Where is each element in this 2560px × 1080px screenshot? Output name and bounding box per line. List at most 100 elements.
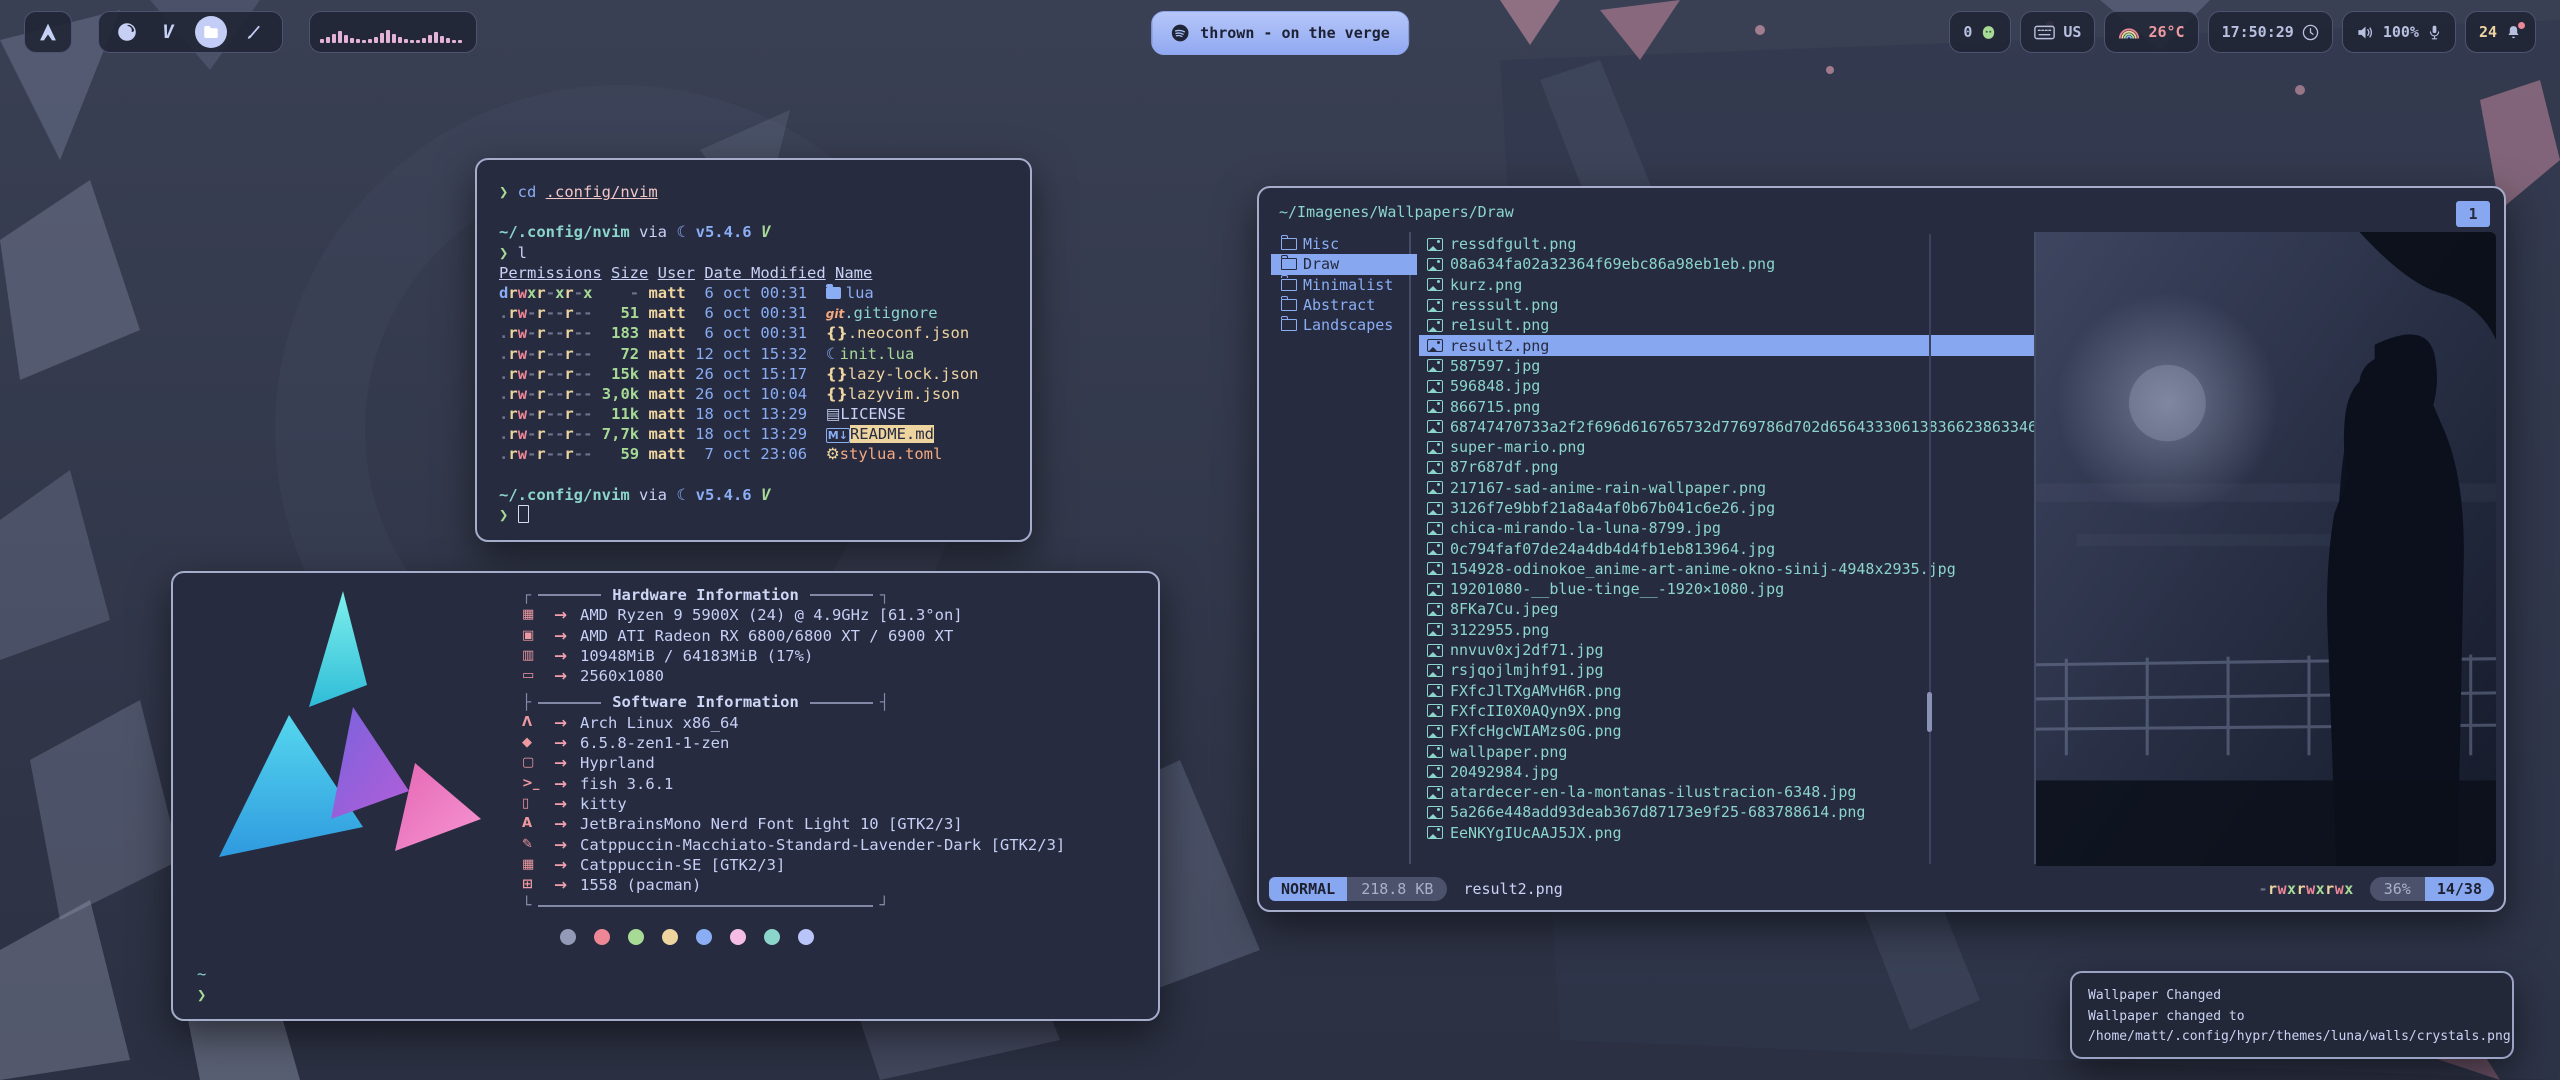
file-list-item[interactable]: 3126f7e9bbf21a8a4af0b67b041c6e26.jpg bbox=[1419, 498, 2034, 518]
fetch-row: ▥→10948MiB / 64183MiB (17%) bbox=[522, 646, 1138, 666]
file-list-item[interactable]: kurz.png bbox=[1419, 275, 2034, 295]
file-row: .rw-r--r-- 15k matt 26 oct 15:17 {}lazy-… bbox=[499, 364, 1008, 384]
weather-pill[interactable]: 26°C bbox=[2104, 11, 2198, 53]
file-list-item[interactable]: 8FKa7Cu.jpeg bbox=[1419, 599, 2034, 619]
file-list-item[interactable]: chica-mirando-la-luna-8799.jpg bbox=[1419, 518, 2034, 538]
file-list-item[interactable]: result2.png bbox=[1419, 335, 2034, 355]
scrollbar-thumb[interactable] bbox=[1927, 692, 1932, 732]
file-list-item[interactable]: 20492984.jpg bbox=[1419, 762, 2034, 782]
file-manager-window[interactable]: ~/Imagenes/Wallpapers/Draw 1 MiscDrawMin… bbox=[1257, 186, 2506, 912]
audio-visualizer[interactable] bbox=[309, 11, 477, 53]
file-list-item[interactable]: 87r687df.png bbox=[1419, 457, 2034, 477]
file-list-item[interactable]: 217167-sad-anime-rain-wallpaper.png bbox=[1419, 478, 2034, 498]
file-list-item[interactable]: resssult.png bbox=[1419, 295, 2034, 315]
file-list-item[interactable]: FXfcJlTXgAMvH6R.png bbox=[1419, 681, 2034, 701]
palette-dot-2 bbox=[628, 929, 644, 945]
arch-icon: Λ bbox=[522, 713, 554, 733]
keyboard-icon bbox=[2034, 25, 2055, 40]
arrow-icon: → bbox=[554, 814, 580, 834]
fetch-row: ▭→2560x1080 bbox=[522, 666, 1138, 686]
file-manager-icon[interactable] bbox=[195, 16, 227, 48]
notifications-pill[interactable]: 24 bbox=[2465, 11, 2536, 53]
file-row: .rw-r--r-- 183 matt 6 oct 00:31 {}.neoco… bbox=[499, 323, 1008, 343]
paintbrush-icon[interactable] bbox=[240, 18, 268, 46]
shell-icon: >_ bbox=[522, 774, 554, 794]
file-list-item[interactable]: 587597.jpg bbox=[1419, 356, 2034, 376]
image-file-icon bbox=[1427, 826, 1443, 839]
file-name: .gitignore bbox=[844, 304, 937, 322]
terminal-color-dots bbox=[560, 929, 1138, 945]
spotify-icon bbox=[1170, 23, 1190, 43]
file-permissions: .rw-r--r-- bbox=[499, 385, 602, 403]
file-list-item[interactable]: atardecer-en-la-montanas-ilustracion-634… bbox=[1419, 782, 2034, 802]
tray-count: 0 bbox=[1963, 23, 1972, 41]
unread-dot bbox=[2518, 22, 2525, 29]
fetch-row: ▣→AMD ATI Radeon RX 6800/6800 XT / 6900 … bbox=[522, 626, 1138, 646]
gear-icon: ⚙ bbox=[826, 445, 840, 463]
clock-icon bbox=[2302, 24, 2319, 41]
firefox-icon[interactable] bbox=[113, 18, 141, 46]
sidebar-item-misc[interactable]: Misc bbox=[1271, 234, 1417, 254]
keyboard-layout-pill[interactable]: US bbox=[2020, 11, 2095, 53]
vim-icon[interactable]: V bbox=[154, 18, 182, 46]
image-file-icon bbox=[1427, 420, 1443, 433]
scrollbar-track[interactable] bbox=[1929, 234, 1931, 864]
image-file-icon bbox=[1427, 238, 1443, 251]
gtk-theme-icon: ✎ bbox=[522, 835, 554, 855]
terminal-line bbox=[499, 465, 1008, 485]
file-list-item[interactable]: 154928-odinokoe_anime-art-anime-okno-sin… bbox=[1419, 559, 2034, 579]
image-file-icon bbox=[1427, 623, 1443, 636]
file-list-item[interactable]: 08a634fa02a32364f69ebc86a98eb1eb.png bbox=[1419, 254, 2034, 274]
file-list-item[interactable]: 866715.png bbox=[1419, 396, 2034, 416]
notification-toast[interactable]: Wallpaper Changed Wallpaper changed to /… bbox=[2070, 971, 2514, 1059]
terminal-icon: ▯ bbox=[522, 794, 554, 814]
file-list: ressdfgult.png08a634fa02a32364f69ebc86a9… bbox=[1419, 234, 2034, 864]
file-list-item[interactable]: ressdfgult.png bbox=[1419, 234, 2034, 254]
file-list-item[interactable]: 5a266e448add93deab367d87173e9f25-6837886… bbox=[1419, 802, 2034, 822]
hardware-value: 2560x1080 bbox=[580, 666, 664, 686]
sidebar-item-minimalist[interactable]: Minimalist bbox=[1271, 275, 1417, 295]
file-list-item[interactable]: 19201080-__blue-tinge__-1920×1080.jpg bbox=[1419, 579, 2034, 599]
tray-pill[interactable]: 0 bbox=[1949, 11, 2011, 53]
image-file-icon bbox=[1427, 603, 1443, 616]
file-list-item[interactable]: FXfcII0X0AQyn9X.png bbox=[1419, 701, 2034, 721]
section-footer: └┘ bbox=[522, 895, 889, 915]
software-section-header: ├ Software Information ┤ bbox=[522, 692, 889, 712]
fetch-row: ▢→Hyprland bbox=[522, 753, 1138, 773]
sidebar-item-draw[interactable]: Draw bbox=[1271, 254, 1417, 274]
volume-level: 100% bbox=[2383, 23, 2419, 41]
system-info-window[interactable]: ┌ Hardware Information ┐ ▦→AMD Ryzen 9 5… bbox=[171, 571, 1160, 1021]
sidebar-item-landscapes[interactable]: Landscapes bbox=[1271, 315, 1417, 335]
file-name: lazy-lock.json bbox=[848, 365, 979, 383]
clock-pill[interactable]: 17:50:29 bbox=[2208, 11, 2333, 53]
file-list-item[interactable]: EeNKYgIUcAAJ5JX.png bbox=[1419, 823, 2034, 843]
tab-badge[interactable]: 1 bbox=[2456, 201, 2490, 227]
file-list-item[interactable]: FXfcHgcWIAMzs0G.png bbox=[1419, 721, 2034, 741]
folder-icon bbox=[1281, 258, 1297, 270]
fetch-row: ▯→kitty bbox=[522, 794, 1138, 814]
file-list-item[interactable]: re1sult.png bbox=[1419, 315, 2034, 335]
file-list-item[interactable]: rsjqojlmjhf91.jpg bbox=[1419, 660, 2034, 680]
breadcrumb-path: ~/Imagenes/Wallpapers/Draw bbox=[1279, 203, 1514, 221]
file-list-item[interactable]: wallpaper.png bbox=[1419, 741, 2034, 761]
file-list-item[interactable]: 596848.jpg bbox=[1419, 376, 2034, 396]
audio-pill[interactable]: 100% bbox=[2342, 11, 2456, 53]
file-permissions: .rw-r--r-- bbox=[499, 345, 602, 363]
font-icon: A bbox=[522, 814, 554, 834]
prompt-path: ~ bbox=[197, 964, 206, 984]
file-list-item[interactable]: 0c794faf07de24a4db4d4fb1eb813964.jpg bbox=[1419, 538, 2034, 558]
hardware-value: AMD ATI Radeon RX 6800/6800 XT / 6900 XT bbox=[580, 626, 953, 646]
media-player-pill[interactable]: thrown - on the verge bbox=[1151, 11, 1409, 55]
palette-dot-6 bbox=[764, 929, 780, 945]
folder-icon bbox=[1281, 238, 1297, 250]
file-list-item[interactable]: 3122955.png bbox=[1419, 620, 2034, 640]
sidebar-item-abstract[interactable]: Abstract bbox=[1271, 295, 1417, 315]
launcher-button[interactable] bbox=[24, 11, 72, 53]
file-list-item[interactable]: nnvuv0xj2df71.jpg bbox=[1419, 640, 2034, 660]
file-size-badge: 218.8 KB bbox=[1347, 877, 1447, 901]
arch-logo-icon bbox=[38, 22, 58, 42]
folder-icon bbox=[1281, 319, 1297, 331]
file-list-item[interactable]: super-mario.png bbox=[1419, 437, 2034, 457]
file-list-item[interactable]: 68747470733a2f2f696d616765732d7769786d70… bbox=[1419, 417, 2034, 437]
terminal-window[interactable]: ❯ cd .config/nvim~/.config/nvim via ☾ v5… bbox=[475, 158, 1032, 542]
